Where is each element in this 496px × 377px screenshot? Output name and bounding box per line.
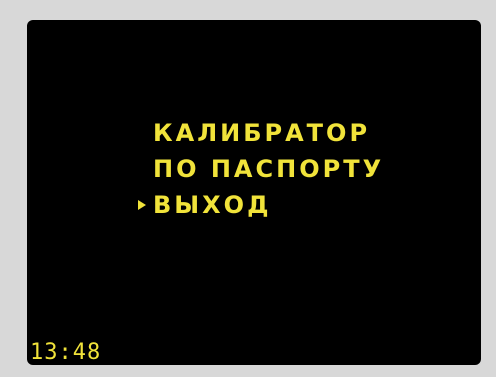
device-bezel: КАЛИБРАТОР ПО ПАСПОРТУ ВЫХОД 13:48: [0, 0, 496, 377]
clock-display: 13:48: [30, 340, 102, 365]
selection-cursor-icon: [138, 200, 146, 210]
menu-item-by-passport[interactable]: ПО ПАСПОРТУ: [153, 157, 384, 181]
menu-item-exit[interactable]: ВЫХОД: [153, 193, 271, 217]
display-screen: КАЛИБРАТОР ПО ПАСПОРТУ ВЫХОД 13:48: [27, 20, 481, 365]
menu-item-calibrator[interactable]: КАЛИБРАТОР: [153, 121, 370, 145]
